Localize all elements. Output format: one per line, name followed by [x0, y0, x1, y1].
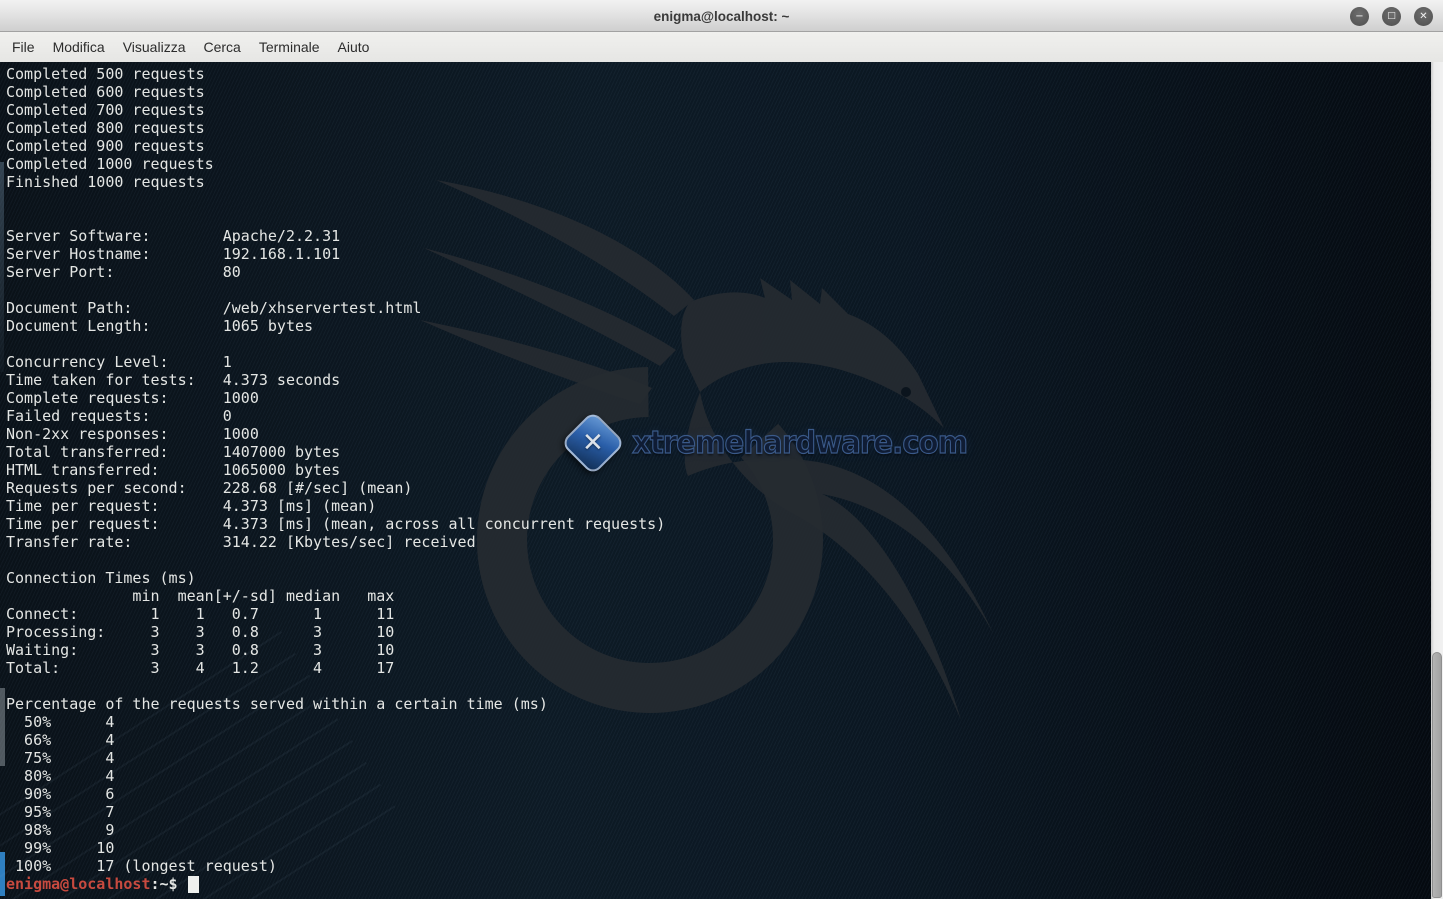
terminal-window: enigma@localhost: ~ − □ ✕ File Modifica …	[0, 0, 1443, 899]
maximize-button[interactable]: □	[1382, 7, 1401, 26]
menu-visualizza[interactable]: Visualizza	[114, 32, 195, 62]
menu-file[interactable]: File	[3, 32, 44, 62]
menubar: File Modifica Visualizza Cerca Terminale…	[0, 32, 1443, 62]
terminal-content: Completed 500 requests Completed 600 req…	[6, 65, 1407, 893]
prompt-line: enigma@localhost:~$	[6, 875, 1407, 893]
window-controls: − □ ✕	[1350, 0, 1433, 32]
scrollbar-thumb[interactable]	[1432, 652, 1442, 898]
window-title: enigma@localhost: ~	[0, 0, 1443, 32]
terminal-output: Completed 500 requests Completed 600 req…	[6, 65, 1407, 875]
titlebar[interactable]: enigma@localhost: ~ − □ ✕	[0, 0, 1443, 32]
menu-modifica[interactable]: Modifica	[44, 32, 114, 62]
wallpaper-edge-gray	[0, 688, 5, 766]
close-icon: ✕	[1419, 7, 1427, 26]
minimize-icon: −	[1355, 7, 1363, 26]
minimize-button[interactable]: −	[1350, 7, 1369, 26]
prompt-suffix: :~$	[151, 875, 187, 893]
maximize-icon: □	[1387, 7, 1396, 26]
terminal-screen[interactable]: ✕ xtremehardware.com Completed 500 reque…	[0, 62, 1431, 899]
close-button[interactable]: ✕	[1414, 7, 1433, 26]
prompt-user-host: enigma@localhost	[6, 875, 151, 893]
scrollbar[interactable]	[1431, 62, 1443, 899]
menu-terminale[interactable]: Terminale	[250, 32, 329, 62]
wallpaper-edge-light	[0, 162, 4, 372]
terminal-cursor	[188, 876, 199, 893]
menu-cerca[interactable]: Cerca	[194, 32, 249, 62]
menu-aiuto[interactable]: Aiuto	[329, 32, 379, 62]
